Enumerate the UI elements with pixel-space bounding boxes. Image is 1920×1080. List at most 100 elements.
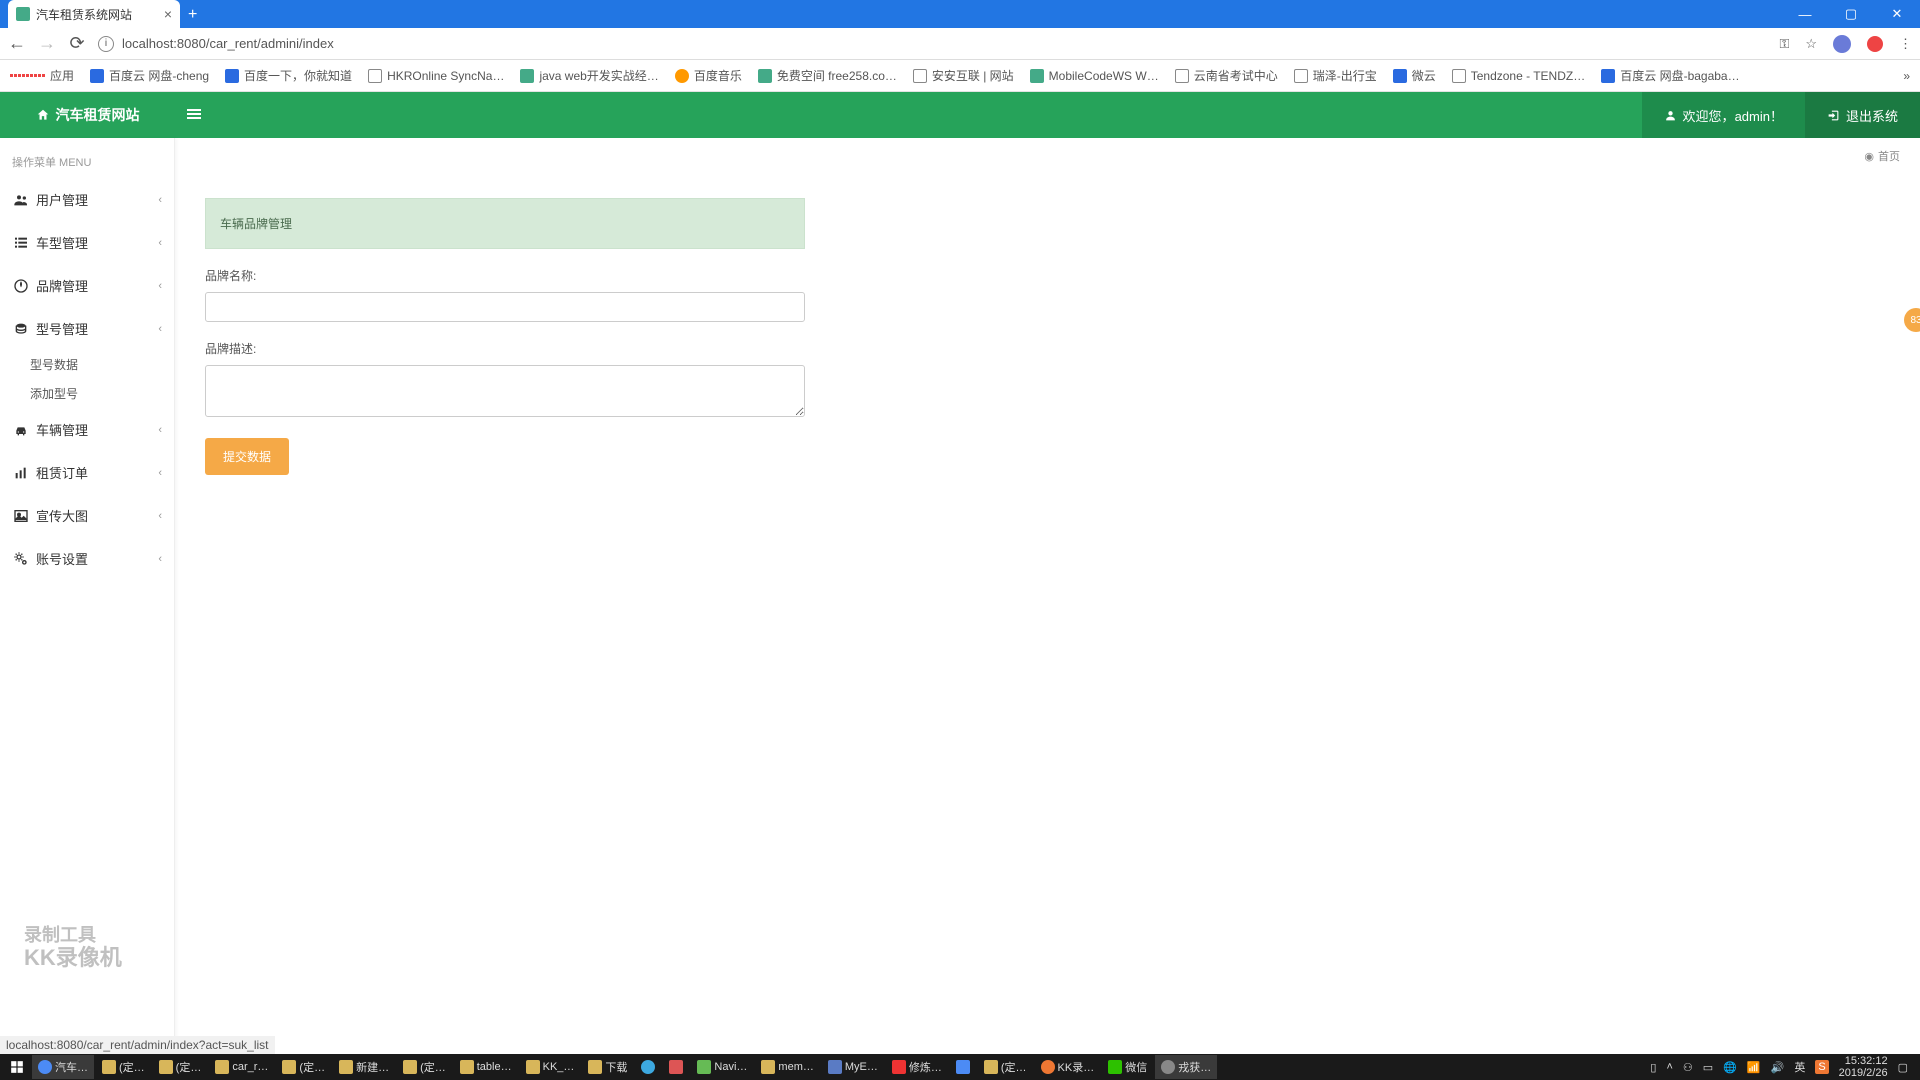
tray-people-icon[interactable]: ⚇ <box>1683 1061 1693 1074</box>
bookmark-item[interactable]: MobileCodeWS W… <box>1030 69 1159 83</box>
taskbar-app[interactable]: 新建… <box>333 1055 395 1079</box>
sidebar-item-user-mgmt[interactable]: 用户管理 ‹ <box>0 178 174 221</box>
sidebar-item-vehicle[interactable]: 车辆管理 ‹ <box>0 408 174 451</box>
taskbar-app[interactable]: (定… <box>153 1055 208 1079</box>
taskbar-app[interactable]: mem… <box>755 1055 819 1079</box>
browser-addressbar: ← → ⟳ i localhost:8080/car_rent/admini/i… <box>0 28 1920 60</box>
bookmark-icon <box>913 69 927 83</box>
new-tab-button[interactable]: + <box>188 6 197 28</box>
brand[interactable]: 汽车租赁网站 <box>0 105 175 125</box>
bookmark-item[interactable]: 百度音乐 <box>675 67 742 84</box>
apps-button[interactable]: 应用 <box>10 67 74 84</box>
bookmark-item[interactable]: java web开发实战经… <box>520 67 658 84</box>
forward-button[interactable]: → <box>38 35 56 53</box>
taskbar-app[interactable] <box>635 1055 661 1079</box>
window-minimize-button[interactable]: — <box>1782 0 1828 28</box>
tray-wifi-icon[interactable]: 📶 <box>1747 1061 1761 1074</box>
tab-close-icon[interactable]: × <box>164 6 172 22</box>
bookmark-item[interactable]: 百度云 网盘-cheng <box>90 67 209 84</box>
taskbar-app[interactable]: car_r… <box>209 1055 274 1079</box>
folder-icon <box>526 1060 540 1074</box>
taskbar-app[interactable]: 戎获… <box>1155 1055 1217 1079</box>
sidebar-item-label: 租赁订单 <box>36 463 88 482</box>
bookmark-icon <box>90 69 104 83</box>
reload-button[interactable]: ⟳ <box>68 35 86 53</box>
bookmark-item[interactable]: 免费空间 free258.co… <box>758 67 897 84</box>
tray-ime-icon[interactable]: 英 <box>1794 1059 1805 1075</box>
bookmark-item[interactable]: HKROnline SyncNa… <box>368 69 504 83</box>
brand-name-input[interactable] <box>205 292 805 322</box>
sidebar-item-banner[interactable]: 宣传大图 ‹ <box>0 494 174 537</box>
taskbar-app[interactable]: (定… <box>978 1055 1033 1079</box>
chevron-left-icon: ‹ <box>158 237 162 249</box>
tray-up-icon[interactable]: ˄ <box>1666 1061 1672 1073</box>
taskbar-app[interactable]: 汽车… <box>32 1055 94 1079</box>
taskbar-app[interactable]: (定… <box>397 1055 452 1079</box>
taskbar-app[interactable]: Navi… <box>691 1055 753 1079</box>
bookmark-icon <box>675 69 689 83</box>
taskbar-app[interactable]: (定… <box>276 1055 331 1079</box>
app-header: 汽车租赁网站 欢迎您，admin！ 退出系统 <box>0 92 1920 138</box>
submit-button[interactable]: 提交数据 <box>205 438 289 475</box>
sidebar-item-orders[interactable]: 租赁订单 ‹ <box>0 451 174 494</box>
brand-desc-textarea[interactable] <box>205 365 805 417</box>
window-maximize-button[interactable]: ▢ <box>1828 0 1874 28</box>
browser-menu-icon[interactable]: ⋮ <box>1899 36 1912 52</box>
bookmark-item[interactable]: 微云 <box>1393 67 1436 84</box>
taskbar-app[interactable]: KK录… <box>1035 1055 1101 1079</box>
taskbar-app[interactable]: (定… <box>96 1055 151 1079</box>
notification-center-icon[interactable]: ▢ <box>1898 1061 1908 1074</box>
taskbar-app[interactable]: 修炼… <box>886 1055 948 1079</box>
chevron-left-icon: ‹ <box>158 510 162 522</box>
navicat-icon <box>697 1060 711 1074</box>
taskbar-app[interactable]: 下载 <box>582 1055 633 1079</box>
hamburger-icon <box>187 107 201 121</box>
bookmark-item[interactable]: 云南省考试中心 <box>1175 67 1278 84</box>
taskbar-app[interactable]: KK_… <box>520 1055 581 1079</box>
profile-avatar-icon[interactable] <box>1833 35 1851 53</box>
folder-icon <box>102 1060 116 1074</box>
window-close-button[interactable]: ✕ <box>1874 0 1920 28</box>
back-button[interactable]: ← <box>8 35 26 53</box>
tray-globe-icon[interactable]: 🌐 <box>1723 1061 1737 1074</box>
tray-sogou-icon[interactable]: S <box>1815 1060 1828 1074</box>
bookmark-star-icon[interactable]: ☆ <box>1805 36 1817 52</box>
tray-battery-icon[interactable]: ▭ <box>1703 1061 1713 1074</box>
bookmark-item[interactable]: 百度云 网盘-bagaba… <box>1601 67 1739 84</box>
taskbar-app[interactable] <box>663 1055 689 1079</box>
bookmarks-overflow-button[interactable]: » <box>1903 69 1910 83</box>
browser-tab[interactable]: 汽车租赁系统网站 × <box>8 0 180 28</box>
bookmark-item[interactable]: 瑞泽-出行宝 <box>1294 67 1377 84</box>
sidebar-item-label: 品牌管理 <box>36 276 88 295</box>
bookmark-item[interactable]: Tendzone - TENDZ… <box>1452 69 1586 83</box>
chevron-left-icon: ‹ <box>158 424 162 436</box>
tray-icon[interactable]: ▯ <box>1650 1061 1656 1074</box>
home-icon <box>36 108 50 122</box>
bookmark-item[interactable]: 百度一下，你就知道 <box>225 67 352 84</box>
sidebar-item-brand[interactable]: 品牌管理 ‹ <box>0 264 174 307</box>
sidebar-submenu-model: 型号数据 添加型号 <box>0 350 174 408</box>
taskbar-app[interactable]: table… <box>454 1055 518 1079</box>
taskbar-app[interactable]: 微信 <box>1102 1055 1153 1079</box>
url-box[interactable]: i localhost:8080/car_rent/admini/index <box>98 36 1767 52</box>
logout-button[interactable]: 退出系统 <box>1805 92 1920 138</box>
sidebar-sub-add-model[interactable]: 添加型号 <box>30 379 174 408</box>
sidebar-item-model[interactable]: 型号管理 ‹ <box>0 307 174 350</box>
sidebar-item-car-type[interactable]: 车型管理 ‹ <box>0 221 174 264</box>
tray-volume-icon[interactable]: 🔊 <box>1771 1061 1785 1074</box>
start-button[interactable] <box>4 1055 30 1079</box>
breadcrumb-home[interactable]: 首页 <box>1878 148 1900 164</box>
site-info-icon[interactable]: i <box>98 36 114 52</box>
wechat-icon <box>1108 1060 1122 1074</box>
taskbar-app[interactable]: MyE… <box>822 1055 884 1079</box>
taskbar-app[interactable] <box>950 1055 976 1079</box>
taskbar: 汽车… (定… (定… car_r… (定… 新建… (定… table… KK… <box>0 1054 1920 1080</box>
sidebar-toggle-button[interactable] <box>187 107 201 124</box>
taskbar-clock[interactable]: 15:32:12 2019/2/26 <box>1839 1055 1888 1079</box>
sidebar-item-account[interactable]: 账号设置 ‹ <box>0 537 174 580</box>
sidebar-sub-model-data[interactable]: 型号数据 <box>30 350 174 379</box>
bookmark-item[interactable]: 安安互联 | 网站 <box>913 67 1014 84</box>
users-icon <box>12 192 30 208</box>
key-icon[interactable]: ⚿ <box>1779 36 1789 52</box>
extension-badge-icon[interactable] <box>1867 36 1883 52</box>
